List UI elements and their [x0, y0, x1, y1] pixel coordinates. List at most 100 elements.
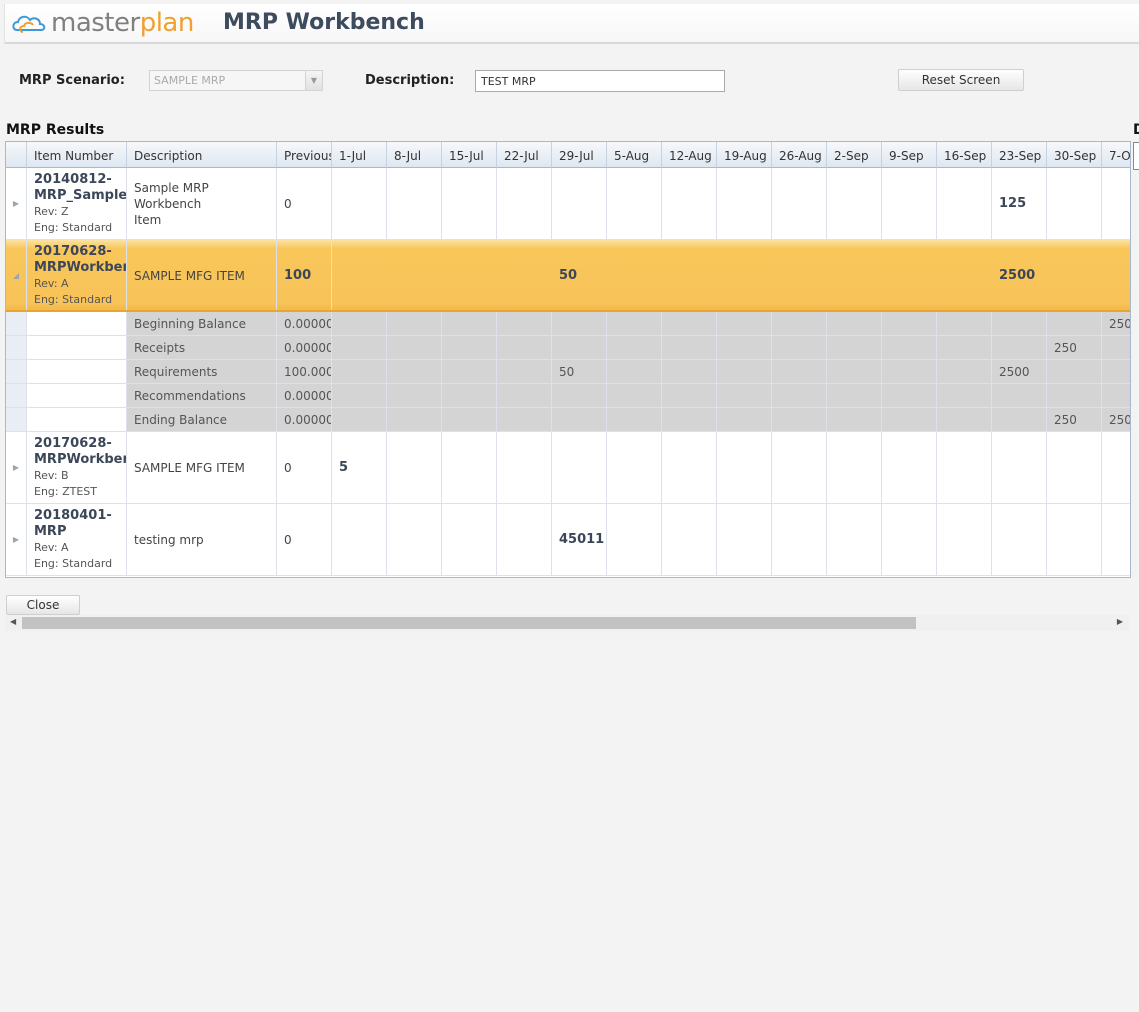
- period-value-cell: 2500: [992, 240, 1047, 312]
- column-header[interactable]: 5-Aug: [607, 142, 662, 168]
- period-value-cell: [937, 240, 992, 312]
- column-header[interactable]: 7-O: [1102, 142, 1130, 168]
- detail-period-cell: [717, 360, 772, 384]
- column-header[interactable]: 29-Jul: [552, 142, 607, 168]
- item-number[interactable]: 20170628-: [34, 436, 126, 452]
- item-number-cell[interactable]: 20170628- MRPWorkben Rev: A Eng: Standard: [27, 240, 127, 312]
- results-title: MRP Results: [6, 122, 105, 138]
- detail-previous-cell: 0.00000: [277, 312, 332, 336]
- period-value-cell: [662, 168, 717, 240]
- detail-period-cell: [442, 360, 497, 384]
- detail-period-cell: [717, 312, 772, 336]
- item-number[interactable]: MRPWorkben: [34, 452, 126, 468]
- column-header[interactable]: 26-Aug: [772, 142, 827, 168]
- detail-period-cell: [332, 360, 387, 384]
- scenario-select[interactable]: SAMPLE MRP ▼: [149, 70, 323, 91]
- column-header[interactable]: Item Number: [27, 142, 127, 168]
- period-value-cell: [387, 432, 442, 504]
- item-revision: Rev: A: [34, 277, 69, 290]
- column-header[interactable]: 19-Aug: [717, 142, 772, 168]
- detail-row-label: Requirements: [127, 360, 277, 384]
- clipped-input[interactable]: [1133, 142, 1139, 170]
- detail-expander-spacer: [6, 408, 27, 432]
- column-header[interactable]: 12-Aug: [662, 142, 717, 168]
- period-value-cell: [882, 168, 937, 240]
- column-header[interactable]: 9-Sep: [882, 142, 937, 168]
- period-value-cell: [827, 240, 882, 312]
- detail-period-cell: [387, 336, 442, 360]
- column-header[interactable]: 15-Jul: [442, 142, 497, 168]
- detail-period-cell: [827, 336, 882, 360]
- detail-period-cell: [937, 360, 992, 384]
- period-value-cell: [497, 168, 552, 240]
- period-value-cell: [772, 168, 827, 240]
- period-value-cell: [552, 168, 607, 240]
- detail-period-cell: [1102, 384, 1130, 408]
- expand-row-icon[interactable]: ▶: [6, 432, 27, 504]
- expand-row-icon[interactable]: ▶: [6, 168, 27, 240]
- column-header[interactable]: 16-Sep: [937, 142, 992, 168]
- scrollbar-thumb[interactable]: [22, 617, 916, 629]
- horizontal-scrollbar[interactable]: ◀ ▶: [5, 615, 1129, 631]
- item-description: SAMPLE MFG ITEM: [134, 460, 245, 475]
- scroll-left-icon[interactable]: ◀: [10, 617, 16, 626]
- item-number[interactable]: 20140812-: [34, 172, 126, 188]
- detail-period-cell: [332, 408, 387, 432]
- close-button[interactable]: Close: [6, 595, 80, 615]
- item-revision: Rev: B: [34, 469, 69, 482]
- item-number[interactable]: MRP_Sample: [34, 188, 126, 204]
- item-number-cell[interactable]: 20170628- MRPWorkben Rev: B Eng: ZTEST: [27, 432, 127, 504]
- detail-period-cell: [1047, 312, 1102, 336]
- column-header[interactable]: 22-Jul: [497, 142, 552, 168]
- item-engineering: Eng: ZTEST: [34, 485, 98, 498]
- item-number[interactable]: 20180401-: [34, 508, 126, 524]
- detail-period-cell: [497, 408, 552, 432]
- description-field[interactable]: [475, 70, 725, 92]
- item-engineering: Eng: Standard: [34, 293, 113, 306]
- detail-period-cell: [827, 312, 882, 336]
- period-value-cell: 45011: [552, 504, 607, 576]
- description-cell: SAMPLE MFG ITEM: [127, 432, 277, 504]
- item-description: Item: [134, 212, 162, 227]
- detail-period-cell: [607, 336, 662, 360]
- detail-period-cell: [442, 336, 497, 360]
- reset-screen-button[interactable]: Reset Screen: [898, 69, 1024, 91]
- column-header[interactable]: 1-Jul: [332, 142, 387, 168]
- period-value-cell: [662, 432, 717, 504]
- item-engineering: Eng: Standard: [34, 557, 113, 570]
- item-number-cell[interactable]: 20140812- MRP_Sample Rev: Z Eng: Standard: [27, 168, 127, 240]
- period-value-cell: [717, 504, 772, 576]
- column-header[interactable]: 8-Jul: [387, 142, 442, 168]
- detail-period-cell: [662, 384, 717, 408]
- detail-period-cell: [387, 360, 442, 384]
- detail-period-cell: [717, 408, 772, 432]
- item-number-cell[interactable]: 20180401- MRP Rev: A Eng: Standard: [27, 504, 127, 576]
- period-value-cell: [1047, 432, 1102, 504]
- period-value-cell: [882, 504, 937, 576]
- column-header[interactable]: 2-Sep: [827, 142, 882, 168]
- scroll-right-icon[interactable]: ▶: [1117, 617, 1123, 626]
- item-number[interactable]: MRPWorkben: [34, 260, 126, 276]
- detail-period-cell: [552, 312, 607, 336]
- item-number[interactable]: MRP: [34, 524, 126, 540]
- column-header[interactable]: Description: [127, 142, 277, 168]
- item-revision: Rev: Z: [34, 205, 69, 218]
- period-value-cell: [827, 432, 882, 504]
- column-header[interactable]: 23-Sep: [992, 142, 1047, 168]
- detail-period-cell: [607, 312, 662, 336]
- chevron-down-icon[interactable]: ▼: [305, 71, 322, 90]
- detail-period-cell: [442, 384, 497, 408]
- column-header[interactable]: Previous: [277, 142, 332, 168]
- expand-row-icon[interactable]: ▶: [6, 504, 27, 576]
- detail-period-cell: [442, 408, 497, 432]
- collapse-row-icon[interactable]: ◢: [6, 240, 27, 312]
- item-number[interactable]: 20170628-: [34, 244, 126, 260]
- detail-period-cell: [607, 408, 662, 432]
- period-value-cell: [1047, 240, 1102, 312]
- detail-period-cell: [442, 312, 497, 336]
- detail-period-cell: [827, 360, 882, 384]
- period-value-cell: 5: [332, 432, 387, 504]
- period-value-cell: [607, 504, 662, 576]
- detail-period-cell: [607, 360, 662, 384]
- column-header[interactable]: 30-Sep: [1047, 142, 1102, 168]
